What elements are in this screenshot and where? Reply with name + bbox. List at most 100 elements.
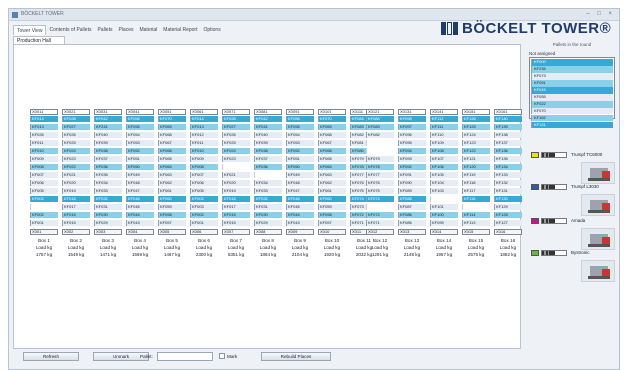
pallet-slot[interactable]: KF108 [430, 147, 458, 155]
pallet-slot[interactable]: KF104 [430, 179, 458, 187]
pallet-slot[interactable]: KF089 [398, 187, 426, 195]
pallet-slot[interactable]: KF024 [222, 147, 250, 155]
pallet-slot[interactable]: KF137 [494, 139, 522, 147]
pallet-slot[interactable]: KF053 [286, 139, 314, 147]
pallet-slot[interactable]: KF083 [366, 123, 394, 131]
unassigned-pallet[interactable]: KF091 [531, 79, 613, 87]
pallet-slot[interactable]: KF105 [430, 171, 458, 179]
pallet-slot[interactable]: KF082 [366, 131, 394, 139]
pallet-slot[interactable]: KF046 [126, 195, 154, 203]
tab-places[interactable]: Places [115, 25, 136, 35]
rebuild-places-button[interactable]: Rebuild Places [261, 352, 331, 361]
pallet-slot[interactable]: KF038 [94, 147, 122, 155]
pallet-slot[interactable]: KF132 [494, 179, 522, 187]
pallet-slot[interactable]: KF040 [254, 131, 282, 139]
box-header[interactable]: X0091 [286, 109, 314, 115]
pallet-slot[interactable]: KF002 [190, 211, 218, 218]
pallet-slot[interactable]: KF058 [158, 211, 186, 218]
pallet-slot[interactable]: KF007 [30, 171, 58, 179]
pallet-slot[interactable]: KF047 [286, 187, 314, 195]
pallet-slot[interactable]: KF022 [62, 163, 90, 171]
pallet-slot[interactable]: KF096 [398, 131, 426, 139]
pallet-slot[interactable]: KF077 [366, 171, 394, 179]
pallet-slot[interactable]: KF133 [494, 171, 522, 179]
pallet-slot[interactable]: KF009 [190, 155, 218, 163]
machine-entry[interactable]: Trumpf TC6000 [529, 152, 617, 188]
pallet-slot[interactable]: KF070 [318, 116, 346, 123]
box-header[interactable]: X0031 [94, 109, 122, 115]
pallet-slot[interactable]: KF061 [158, 187, 186, 195]
refresh-button[interactable]: Refresh [23, 352, 79, 361]
pallet-slot[interactable]: KF014 [190, 116, 218, 123]
pallet-slot[interactable]: KF007 [190, 171, 218, 179]
pallet-slot[interactable]: KF063 [318, 171, 346, 179]
pallet-slot[interactable] [222, 163, 250, 171]
pallet-slot[interactable]: KF006 [190, 179, 218, 187]
pallet-slot[interactable]: KF017 [62, 203, 90, 211]
unassigned-pallet[interactable]: KF022 [531, 100, 613, 108]
pallet-slot[interactable]: KF087 [398, 203, 426, 211]
pallet-slot[interactable]: KF066 [318, 147, 346, 155]
unassigned-pallet[interactable]: KF131 [531, 121, 613, 129]
pallet-slot[interactable]: KF020 [62, 179, 90, 187]
pallet-slot[interactable]: KF110 [430, 131, 458, 139]
pallet-slot[interactable]: KF065 [318, 155, 346, 163]
pallet-slot[interactable]: KF033 [254, 187, 282, 195]
pallet-slot[interactable]: KF032 [254, 195, 282, 203]
pallet-slot[interactable]: KF067 [158, 139, 186, 147]
pallet-slot[interactable]: KF124 [462, 131, 490, 139]
unassigned-pallet[interactable]: KF015 [531, 86, 613, 94]
pallet-slot[interactable]: KF099 [430, 219, 458, 226]
pallet-slot[interactable]: KF036 [254, 163, 282, 171]
pallet-slot[interactable]: KF026 [30, 131, 58, 139]
pallet-slot[interactable]: KF070 [158, 116, 186, 123]
tab-options[interactable]: Options [200, 25, 223, 35]
pallet-slot[interactable]: KF050 [286, 163, 314, 171]
pallet-slot[interactable]: KF030 [94, 211, 122, 218]
pallet-slot[interactable]: KF035 [94, 171, 122, 179]
box-header[interactable]: X0101 [318, 109, 346, 115]
pallet-slot[interactable]: KF046 [286, 195, 314, 203]
pallet-slot[interactable]: KF052 [126, 147, 154, 155]
window-controls[interactable]: – □ × [586, 11, 615, 17]
pallet-slot[interactable]: KF036 [94, 163, 122, 171]
pallet-slot[interactable]: KF056 [126, 116, 154, 123]
unassigned-pallet[interactable]: KF073 [531, 72, 613, 80]
pallet-slot[interactable]: KF008 [190, 163, 218, 171]
pallet-slot[interactable]: KF066 [158, 147, 186, 155]
pallet-slot[interactable]: KF034 [94, 179, 122, 187]
box-header[interactable]: X0061 [190, 109, 218, 115]
pallet-slot[interactable]: KF028 [222, 116, 250, 123]
pallet-slot[interactable]: KF047 [126, 187, 154, 195]
pallet-slot[interactable]: KF024 [62, 147, 90, 155]
pallet-slot[interactable]: KF040 [94, 131, 122, 139]
pallet-slot[interactable]: KF098 [398, 116, 426, 123]
pallet-slot[interactable]: KF085 [398, 219, 426, 226]
pallet-slot[interactable]: KF109 [430, 139, 458, 147]
pallet-slot[interactable]: KF039 [94, 139, 122, 147]
box-header[interactable]: X0161 [494, 109, 522, 115]
pallet-slot[interactable]: KF074 [366, 195, 394, 203]
pallet-slot[interactable]: KF005 [190, 187, 218, 195]
pallet-slot[interactable]: KF113 [462, 219, 490, 226]
pallet-slot[interactable]: KF064 [158, 163, 186, 171]
pallet-slot[interactable]: KF019 [62, 187, 90, 195]
pallet-slot[interactable]: KF067 [318, 139, 346, 147]
pallet-slot[interactable]: KF092 [398, 163, 426, 171]
pallet-slot[interactable]: KF031 [94, 203, 122, 211]
pallet-slot[interactable]: KF043 [286, 219, 314, 226]
pallet-slot[interactable]: KF025 [62, 139, 90, 147]
pallet-slot[interactable]: KF033 [94, 187, 122, 195]
pallet-slot[interactable]: KF078 [366, 163, 394, 171]
pallet-slot[interactable]: KF027 [222, 123, 250, 131]
pallet-slot[interactable]: KF045 [286, 203, 314, 211]
machine-entry[interactable]: Bystronic [529, 250, 617, 286]
pallet-slot[interactable]: KF048 [126, 179, 154, 187]
pallet-slot[interactable]: KF051 [126, 155, 154, 163]
pallet-slot[interactable]: KF071 [366, 219, 394, 226]
pallet-slot[interactable]: KF002 [30, 211, 58, 218]
pallet-slot[interactable]: KF121 [462, 155, 490, 163]
pallet-input[interactable] [157, 352, 213, 361]
pallet-slot[interactable]: KF020 [222, 179, 250, 187]
unassigned-pallet[interactable]: KF070 [531, 107, 613, 115]
